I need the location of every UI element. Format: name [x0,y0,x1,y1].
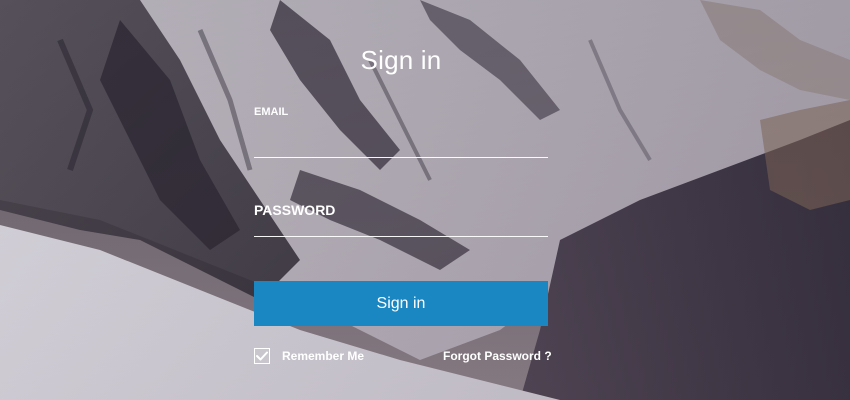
remember-me-toggle[interactable]: Remember Me [254,348,364,364]
forgot-password-link[interactable]: Forgot Password ? [443,349,552,363]
remember-me-label: Remember Me [282,349,365,363]
checkmark-icon [256,351,268,361]
sign-in-button[interactable]: Sign in [254,281,548,326]
remember-me-checkbox[interactable] [254,348,270,364]
login-screen: Sign in EMAIL PASSWORD Sign in Remember … [0,0,850,400]
email-field[interactable] [254,131,548,158]
email-label: EMAIL [254,106,289,118]
password-field[interactable] [254,210,548,237]
page-title: Sign in [360,45,442,75]
